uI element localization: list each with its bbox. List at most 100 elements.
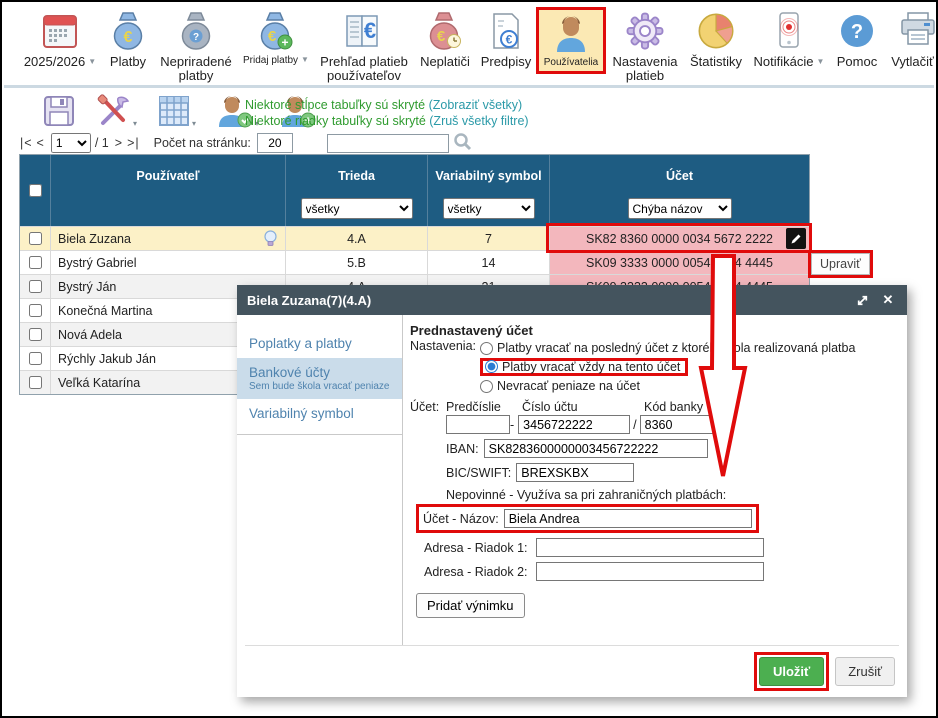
row-checkbox[interactable]	[29, 328, 42, 341]
page-select[interactable]: 1	[51, 133, 91, 153]
account-filter-select[interactable]: Chýba názov	[628, 198, 732, 219]
settings-label: Nastavenia:	[410, 339, 476, 395]
save-table-button[interactable]	[42, 94, 76, 128]
svg-text:€: €	[364, 18, 376, 43]
next-page-button[interactable]: >	[113, 136, 125, 150]
edit-account-icon[interactable]	[786, 228, 806, 249]
sidebar-item-variabilny-symbol[interactable]: Variabilný symbol	[237, 399, 402, 428]
toolbar-item-nastavenia-platieb[interactable]: Nastavenia platieb	[606, 7, 684, 84]
radio-this-account[interactable]	[485, 360, 498, 373]
row-checkbox[interactable]	[29, 232, 42, 245]
class-filter-select[interactable]: všetky	[301, 198, 413, 219]
toolbar-item-neplatici[interactable]: € Neplatiči	[414, 7, 476, 69]
search-input[interactable]	[327, 134, 449, 153]
close-icon[interactable]: ✕	[879, 291, 897, 309]
toolbar-item-statistiky[interactable]: Štatistiky	[684, 7, 748, 69]
tools-icon	[96, 94, 132, 128]
show-all-columns-link[interactable]: (Zobraziť všetky)	[429, 98, 523, 112]
toolbar-item-pridaj-platby[interactable]: €+ Pridaj platby▼	[238, 7, 314, 66]
pomoc-label: Pomoc	[837, 55, 877, 69]
search-icon[interactable]	[453, 132, 472, 154]
account-name-input[interactable]	[504, 509, 752, 528]
row-checkbox[interactable]	[29, 376, 42, 389]
toolbar-item-platby[interactable]: € Platby	[102, 7, 154, 69]
user-account-modal: Biela Zuzana(7)(4.A) ✕ Poplatky a platby…	[237, 285, 907, 697]
account-number-input[interactable]	[518, 415, 630, 434]
table-row[interactable]: Biela Zuzana 4.A 7 SK82 8360 0000 0034 5…	[20, 226, 809, 250]
row-checkbox[interactable]	[29, 352, 42, 365]
bic-input[interactable]	[516, 463, 634, 482]
modal-body: Poplatky a platby Bankové účty Sem bude …	[237, 315, 907, 697]
hidden-rows-notice: Niektoré riadky tabuľky sú skryté	[245, 114, 429, 128]
address2-input[interactable]	[536, 562, 764, 581]
cancel-button[interactable]: Zrušiť	[835, 657, 895, 686]
table-settings-button[interactable]: ▾	[96, 94, 137, 128]
expand-icon[interactable]	[853, 291, 871, 309]
caret-down-icon: ▼	[301, 55, 309, 64]
neplatici-label: Neplatiči	[420, 55, 470, 69]
iban-input[interactable]	[484, 439, 708, 458]
sidebar-item-poplatky[interactable]: Poplatky a platby	[237, 329, 402, 358]
table-notices: Niektoré stĺpce tabuľky sú skryté (Zobra…	[245, 97, 529, 130]
edit-row-button[interactable]: Upraviť	[811, 253, 870, 275]
last-page-button[interactable]: >|	[125, 136, 142, 150]
pridaj-platby-label: Pridaj platby	[243, 55, 298, 66]
book-euro-icon: €	[342, 9, 386, 53]
row-checkbox[interactable]	[29, 256, 42, 269]
notifikacie-label: Notifikácie	[754, 55, 814, 69]
platby-label: Platby	[110, 55, 146, 69]
bic-label: BIC/SWIFT:	[446, 466, 511, 480]
add-exception-button[interactable]: Pridať výnimku	[416, 593, 525, 618]
prefix-input[interactable]	[446, 415, 510, 434]
select-all-checkbox[interactable]	[29, 184, 42, 197]
prev-page-button[interactable]: <	[35, 136, 47, 150]
prehlad-platieb-label: Prehľad platieb používateľov	[314, 55, 414, 84]
columns-button[interactable]: ▾	[157, 94, 196, 128]
symbol-filter-select[interactable]: všetky	[443, 198, 535, 219]
table-row[interactable]: Bystrý Gabriel 5.B 14 SK09 3333 0000 005…	[20, 250, 809, 274]
column-header-account[interactable]: Účet	[550, 155, 809, 198]
number-label: Číslo účtu	[522, 400, 644, 414]
separator-dash: -	[510, 418, 514, 432]
caret-down-icon: ▼	[817, 57, 825, 66]
toolbar-item-notifikacie[interactable]: Notifikácie▼	[748, 7, 830, 69]
column-header-user[interactable]: Používateľ	[51, 155, 285, 198]
modal-content: Prednastavený účet Nastavenia: Platby vr…	[404, 315, 907, 645]
user-symbol: 7	[427, 227, 549, 250]
prefix-label: Predčíslie	[446, 400, 522, 414]
toolbar-item-pouzivatelia[interactable]: Používatelia	[536, 7, 606, 74]
address1-label: Adresa - Riadok 1:	[424, 541, 536, 555]
row-checkbox[interactable]	[29, 280, 42, 293]
column-header-class[interactable]: Trieda	[286, 155, 427, 198]
clear-filters-link[interactable]: (Zruš všetky filtre)	[429, 114, 528, 128]
toolbar-item-prehlad-platieb[interactable]: € Prehľad platieb používateľov	[314, 7, 414, 84]
toolbar-item-school-year[interactable]: 2025/2026▼	[18, 7, 102, 69]
row-checkbox[interactable]	[29, 304, 42, 317]
nastavenia-platieb-label: Nastavenia platieb	[606, 55, 684, 84]
per-page-label: Počet na stránku:	[154, 136, 251, 150]
svg-text:?: ?	[193, 32, 199, 43]
toolbar-item-nepriradene-platby[interactable]: ? Nepriradené platby	[154, 7, 238, 84]
document-euro-icon: €	[490, 9, 522, 53]
lightbulb-icon	[264, 230, 277, 250]
first-page-button[interactable]: |<	[18, 136, 35, 150]
annotation-name-highlight: Účet - Názov:	[416, 504, 759, 533]
printer-icon	[899, 9, 937, 53]
caret-down-icon: ▾	[133, 119, 137, 128]
pouzivatelia-label: Používatelia	[544, 57, 598, 68]
bank-code-input[interactable]	[640, 415, 714, 434]
column-header-symbol[interactable]: Variabilný symbol	[428, 155, 549, 198]
toolbar-item-predpisy[interactable]: € Predpisy	[476, 7, 536, 69]
account-name-label: Účet - Názov:	[423, 512, 499, 526]
svg-text:€: €	[268, 28, 277, 45]
address1-input[interactable]	[536, 538, 764, 557]
toolbar-item-pomoc[interactable]: ? Pomoc	[830, 7, 884, 69]
per-page-input[interactable]	[257, 133, 293, 153]
save-button[interactable]: Uložiť	[759, 657, 824, 686]
toolbar-item-vytlacit[interactable]: Vytlačiť▼	[884, 7, 938, 69]
radio-last-account[interactable]	[480, 342, 493, 355]
sidebar-item-bankove-ucty[interactable]: Bankové účty Sem bude škola vracať penia…	[237, 358, 402, 399]
caret-down-icon: ▼	[88, 57, 96, 66]
radio-label: Nevracať peniaze na účet	[497, 379, 640, 393]
radio-no-refund[interactable]	[480, 380, 493, 393]
